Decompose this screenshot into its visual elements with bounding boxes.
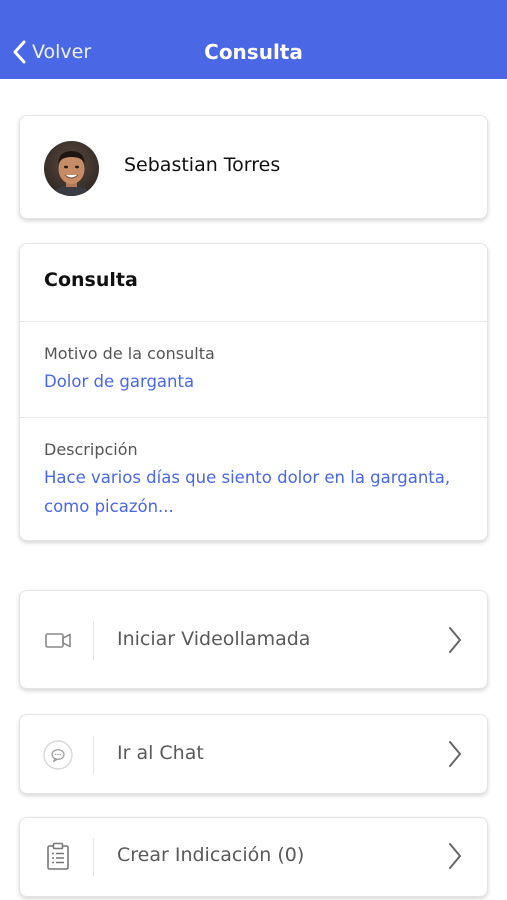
user-name: Sebastian Torres [124,154,281,176]
divider [20,321,487,322]
chevron-right-icon [449,741,461,767]
avatar-photo-icon [44,141,99,196]
page-title: Consulta [204,40,303,64]
separator [93,838,94,876]
separator [93,621,94,660]
create-indication-label: Crear Indicación (0) [117,844,305,866]
chat-label: Ir al Chat [117,742,204,764]
chat-bubble-icon [43,740,73,770]
user-card: Sebastian Torres [19,115,488,219]
chevron-right-icon [449,843,461,869]
chevron-right-icon [449,627,461,653]
descripcion-label: Descripción [44,440,138,459]
video-camera-icon [45,633,71,648]
separator [93,736,94,774]
motivo-value: Dolor de garganta [44,372,195,391]
go-to-chat-button[interactable]: Ir al Chat [19,714,488,794]
avatar [44,141,99,196]
divider [20,417,487,418]
consulta-card: Consulta Motivo de la consulta Dolor de … [19,243,488,541]
start-videocall-button[interactable]: Iniciar Videollamada [19,590,488,689]
consulta-title: Consulta [44,269,138,291]
navigation-bar: Volver Consulta [0,0,507,79]
videocall-label: Iniciar Videollamada [117,628,311,650]
motivo-label: Motivo de la consulta [44,344,215,363]
clipboard-icon [47,842,69,870]
create-indication-button[interactable]: Crear Indicación (0) [19,817,488,897]
descripcion-value: Hace varios días que siento dolor en la … [44,468,451,516]
